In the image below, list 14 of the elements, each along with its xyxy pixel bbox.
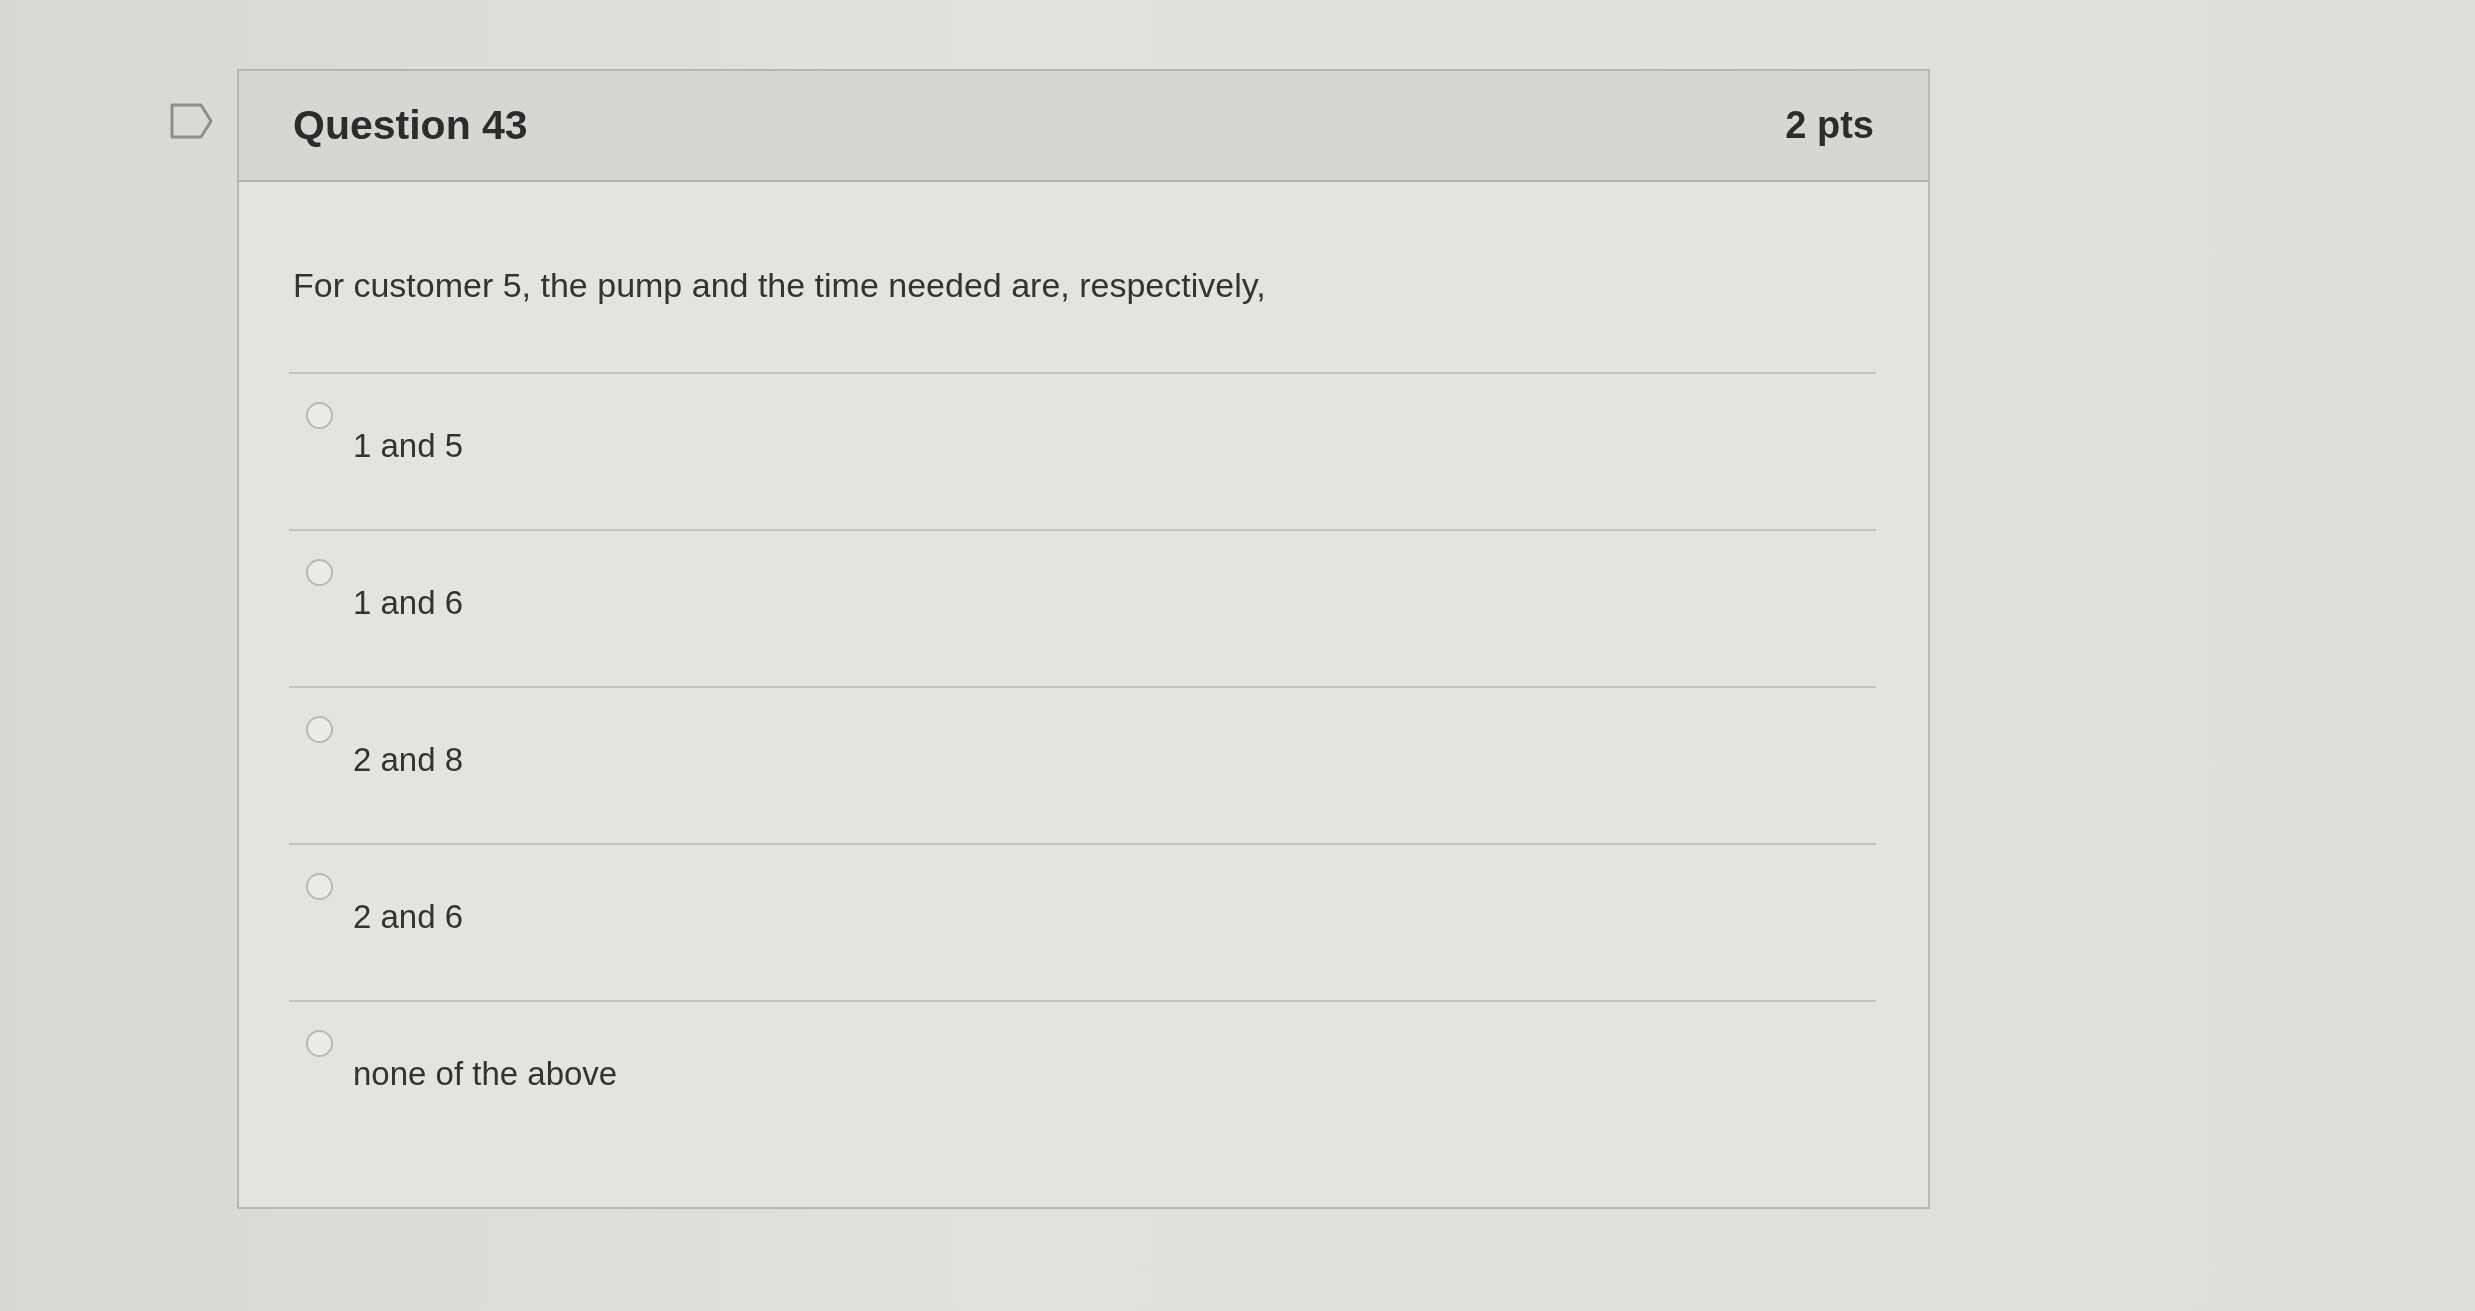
bookmark-icon[interactable]	[170, 103, 213, 139]
answer-label: 1 and 5	[353, 426, 464, 466]
radio-button[interactable]	[306, 559, 333, 586]
question-text: For customer 5, the pump and the time needed are, respectively,	[293, 265, 1267, 305]
answer-label: none of the above	[353, 1054, 618, 1094]
points-label: 2 pts	[1785, 104, 1874, 147]
answer-label: 2 and 8	[353, 740, 464, 780]
radio-button[interactable]	[306, 1030, 333, 1057]
question-title: Question 43	[293, 102, 528, 149]
answer-label: 2 and 6	[353, 897, 464, 937]
radio-button[interactable]	[306, 402, 333, 429]
answer-label: 1 and 6	[353, 583, 464, 623]
radio-button[interactable]	[306, 716, 333, 743]
radio-button[interactable]	[306, 873, 333, 900]
